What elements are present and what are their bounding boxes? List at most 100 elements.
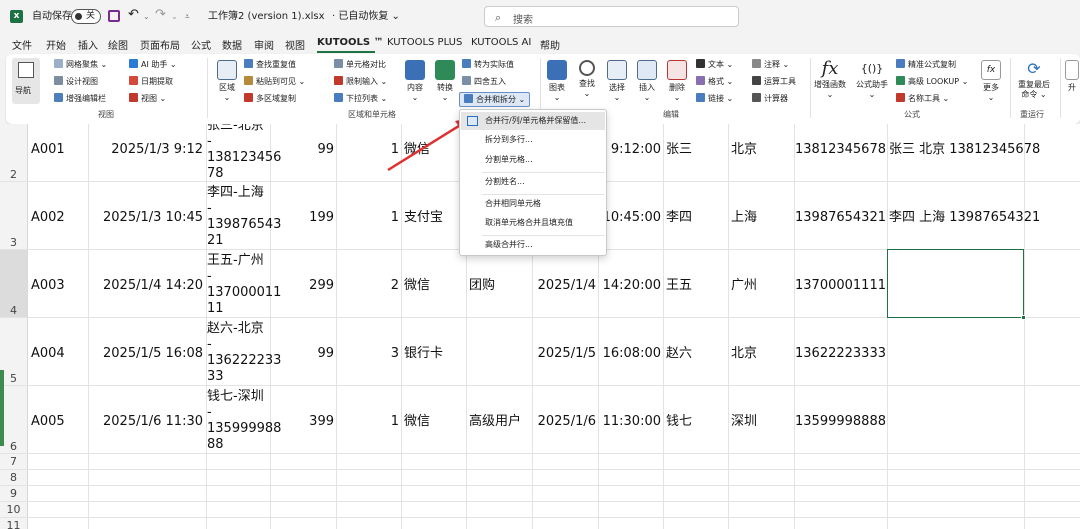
cell[interactable]: 2025/1/5 16:08 bbox=[103, 346, 203, 362]
date-extract-button[interactable]: 日期提取 bbox=[129, 76, 173, 87]
cell[interactable]: 赵六-北京 bbox=[207, 321, 264, 337]
cell[interactable]: 1 bbox=[391, 142, 399, 158]
cell[interactable]: 1 bbox=[391, 414, 399, 430]
operation-tools-button[interactable]: 运算工具 bbox=[752, 76, 796, 87]
row-header[interactable]: 2 bbox=[0, 124, 28, 181]
menu-kutools-ai[interactable]: KUTOOLS AI bbox=[471, 37, 531, 48]
menu-item-unmerge-fill[interactable]: 取消单元格合并且填充值 bbox=[461, 214, 605, 232]
upgrade-button[interactable]: 升 bbox=[1064, 60, 1080, 93]
cell[interactable]: 138123456 bbox=[207, 150, 281, 166]
cell[interactable]: 11:30:00 bbox=[603, 414, 661, 430]
undo-icon[interactable]: ↶ bbox=[128, 8, 139, 22]
cell[interactable]: - bbox=[207, 405, 212, 421]
document-status[interactable]: · 已自动恢复 ⌄ bbox=[332, 10, 400, 24]
dropdown-list-button[interactable]: 下拉列表 ⌄ bbox=[334, 93, 387, 104]
cell[interactable]: 2025/1/6 11:30 bbox=[103, 414, 203, 430]
cell[interactable]: - bbox=[207, 134, 212, 150]
menu-kutools-plus[interactable]: KUTOOLS PLUS bbox=[387, 37, 462, 48]
cell[interactable]: A003 bbox=[31, 278, 65, 294]
autosave-toggle[interactable]: 关 bbox=[71, 9, 101, 24]
cell[interactable]: 2025/1/3 9:12 bbox=[111, 142, 203, 158]
cell[interactable]: - bbox=[207, 269, 212, 285]
multi-range-copy-button[interactable]: 多区域复制 bbox=[244, 93, 296, 104]
cell[interactable]: 高级用户 bbox=[469, 414, 521, 430]
cell[interactable]: 136222233 bbox=[207, 353, 281, 369]
ai-assistant-button[interactable]: AI 助手 ⌄ bbox=[129, 59, 177, 70]
cell[interactable]: 王五 bbox=[666, 278, 692, 294]
cell[interactable]: 王五-广州 bbox=[207, 253, 264, 269]
menu-item-merge-same-cells[interactable]: 合并相同单元格 bbox=[461, 195, 605, 213]
cell[interactable]: 张三 北京 13812345678 bbox=[889, 142, 1040, 158]
round-button[interactable]: 四舍五入 bbox=[462, 76, 506, 87]
redo-dropdown-icon[interactable]: ⌄ bbox=[171, 10, 178, 24]
cell[interactable]: 14:20:00 bbox=[603, 278, 661, 294]
cell[interactable]: 99 bbox=[317, 142, 334, 158]
cell[interactable]: 137000011 bbox=[207, 285, 281, 301]
cell-compare-button[interactable]: 单元格对比 bbox=[334, 59, 386, 70]
cell[interactable]: 139876543 bbox=[207, 217, 281, 233]
undo-dropdown-icon[interactable]: ⌄ bbox=[143, 10, 150, 24]
cell[interactable]: 2025/1/4 14:20 bbox=[103, 278, 203, 294]
cell[interactable]: 深圳 bbox=[731, 414, 757, 430]
cell[interactable]: 2025/1/4 bbox=[538, 278, 596, 294]
menu-item-split-names[interactable]: 分割姓名... bbox=[461, 173, 605, 191]
cell[interactable]: 11 bbox=[207, 301, 224, 317]
menu-review[interactable]: 审阅 bbox=[254, 37, 274, 52]
menu-item-advanced-combine-rows[interactable]: 高级合并行... bbox=[461, 236, 605, 254]
find-button[interactable]: 查找 ⌄ bbox=[574, 60, 600, 99]
cell[interactable]: 135999988 bbox=[207, 421, 281, 437]
comment-button[interactable]: 注释 ⌄ bbox=[752, 59, 789, 70]
insert-button[interactable]: 插入 ⌄ bbox=[634, 60, 660, 103]
row-header[interactable]: 4 bbox=[0, 250, 28, 317]
menu-page-layout[interactable]: 页面布局 bbox=[140, 37, 180, 52]
cell[interactable]: A001 bbox=[31, 142, 65, 158]
cell[interactable]: 10:45:00 bbox=[603, 210, 661, 226]
customize-toolbar-icon[interactable]: ⩡ bbox=[185, 10, 190, 24]
cell[interactable]: 微信 bbox=[404, 414, 430, 430]
cell[interactable]: 团购 bbox=[469, 278, 495, 294]
row-header[interactable]: 11 bbox=[0, 518, 28, 529]
cell[interactable]: 李四 上海 13987654321 bbox=[889, 210, 1040, 226]
menu-data[interactable]: 数据 bbox=[222, 37, 242, 52]
link-button[interactable]: 链接 ⌄ bbox=[696, 93, 733, 104]
cell[interactable]: 李四-上海 bbox=[207, 185, 264, 201]
row-header[interactable]: 7 bbox=[0, 454, 28, 469]
repeat-last-command-button[interactable]: ⟳ 重复最后 命令 ⌄ bbox=[1014, 58, 1054, 100]
exact-formula-copy-button[interactable]: 精准公式复制 bbox=[896, 59, 956, 70]
cell[interactable]: 33 bbox=[207, 369, 224, 385]
cell[interactable]: 2025/1/6 bbox=[538, 414, 596, 430]
row-header[interactable]: 6 bbox=[0, 386, 28, 453]
cell[interactable]: A002 bbox=[31, 210, 65, 226]
cell[interactable]: - bbox=[207, 337, 212, 353]
cell[interactable]: 上海 bbox=[731, 210, 757, 226]
cell[interactable]: 2 bbox=[391, 278, 399, 294]
enhanced-function-button[interactable]: fx 增强函数 ⌄ bbox=[812, 58, 848, 100]
row-header[interactable]: 9 bbox=[0, 486, 28, 501]
menu-kutools[interactable]: KUTOOLS ™ bbox=[317, 37, 384, 48]
view-button[interactable]: 视图 ⌄ bbox=[129, 93, 166, 104]
cell[interactable]: 钱七 bbox=[666, 414, 692, 430]
more-button[interactable]: fx 更多 ⌄ bbox=[978, 60, 1004, 103]
cell[interactable]: 21 bbox=[207, 233, 224, 249]
cell[interactable]: 2025/1/3 10:45 bbox=[103, 210, 203, 226]
cell[interactable]: 微信 bbox=[404, 278, 430, 294]
cell[interactable]: 13987654321 bbox=[795, 210, 886, 226]
menu-formulas[interactable]: 公式 bbox=[191, 37, 211, 52]
search-box[interactable]: ⌕ 搜索 bbox=[484, 6, 739, 27]
chart-button[interactable]: 图表 ⌄ bbox=[544, 60, 570, 103]
cell[interactable]: A004 bbox=[31, 346, 65, 362]
name-tools-button[interactable]: 名称工具 ⌄ bbox=[896, 93, 949, 104]
advanced-lookup-button[interactable]: 高级 LOOKUP ⌄ bbox=[896, 76, 968, 87]
calculator-button[interactable]: 计算器 bbox=[752, 93, 788, 104]
menu-insert[interactable]: 插入 bbox=[78, 37, 98, 52]
region-button[interactable]: 区域 ⌄ bbox=[214, 60, 240, 103]
selected-cell[interactable] bbox=[887, 249, 1024, 318]
cell[interactable]: 微信 bbox=[404, 142, 430, 158]
design-view-button[interactable]: 设计视图 bbox=[54, 76, 98, 87]
cell[interactable]: 3 bbox=[391, 346, 399, 362]
text-button[interactable]: 文本 ⌄ bbox=[696, 59, 733, 70]
limit-input-button[interactable]: 限制输入 ⌄ bbox=[334, 76, 387, 87]
cell[interactable]: 299 bbox=[309, 278, 334, 294]
menu-item-merge-keep-values[interactable]: 合并行/列/单元格并保留值... bbox=[461, 112, 605, 130]
cell[interactable]: A005 bbox=[31, 414, 65, 430]
